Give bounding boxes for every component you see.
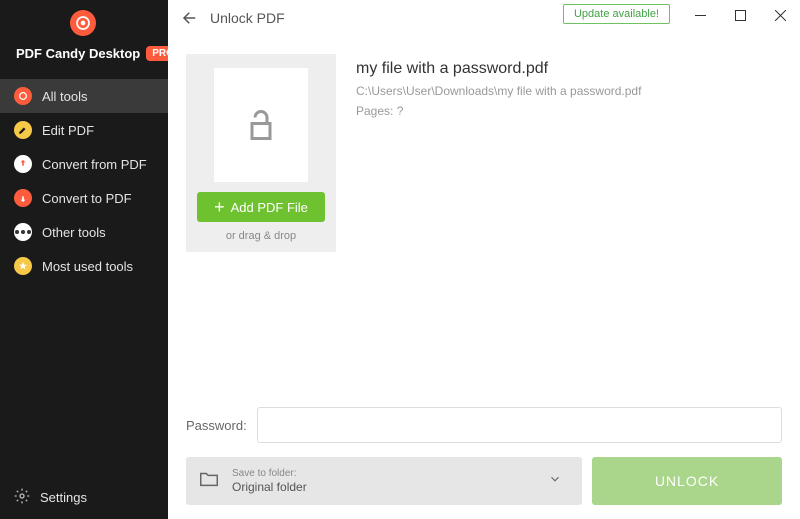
sidebar-nav: All tools Edit PDF Convert from PDF Conv…	[0, 79, 168, 283]
lock-icon	[243, 107, 279, 143]
sidebar: PDF Candy Desktop PRO All tools Edit PDF…	[0, 0, 168, 519]
sidebar-item-most-used[interactable]: Most used tools	[0, 249, 168, 283]
window-controls	[680, 0, 800, 30]
maximize-button[interactable]	[720, 0, 760, 30]
sidebar-item-label: Settings	[40, 490, 87, 505]
add-pdf-file-button[interactable]: + Add PDF File	[197, 192, 325, 222]
sidebar-item-label: Edit PDF	[42, 123, 94, 138]
arrow-in-icon	[14, 189, 32, 207]
plus-icon: +	[214, 198, 225, 216]
gear-icon	[14, 488, 30, 507]
sidebar-item-convert-to-pdf[interactable]: Convert to PDF	[0, 181, 168, 215]
sidebar-item-all-tools[interactable]: All tools	[0, 79, 168, 113]
sidebar-item-settings[interactable]: Settings	[0, 476, 168, 519]
sidebar-item-label: All tools	[42, 89, 88, 104]
titlebar: Unlock PDF Update available!	[168, 0, 800, 36]
sidebar-item-edit-pdf[interactable]: Edit PDF	[0, 113, 168, 147]
password-label: Password:	[186, 418, 247, 433]
close-button[interactable]	[760, 0, 800, 30]
sidebar-item-other-tools[interactable]: Other tools	[0, 215, 168, 249]
update-available-button[interactable]: Update available!	[563, 4, 670, 24]
sidebar-item-convert-from-pdf[interactable]: Convert from PDF	[0, 147, 168, 181]
brand-title: PDF Candy Desktop	[16, 46, 140, 61]
brand-logo-icon	[70, 10, 96, 36]
main-panel: Unlock PDF Update available! + Add PDF F…	[168, 0, 800, 519]
add-button-label: Add PDF File	[231, 200, 308, 215]
back-button[interactable]	[176, 4, 204, 32]
star-icon	[14, 257, 32, 275]
file-pages: Pages: ?	[356, 104, 641, 118]
save-folder-label: Save to folder:	[232, 468, 307, 480]
arrow-out-icon	[14, 155, 32, 173]
minimize-button[interactable]	[680, 0, 720, 30]
file-info: my file with a password.pdf C:\Users\Use…	[356, 54, 641, 118]
drag-hint: or drag & drop	[226, 230, 296, 242]
pencil-icon	[14, 121, 32, 139]
brand: PDF Candy Desktop PRO	[0, 0, 168, 79]
file-name: my file with a password.pdf	[356, 60, 641, 78]
file-drop-zone[interactable]: + Add PDF File or drag & drop	[186, 54, 336, 252]
page-title: Unlock PDF	[210, 10, 285, 26]
file-path: C:\Users\User\Downloads\my file with a p…	[356, 84, 641, 98]
save-folder-value: Original folder	[232, 480, 307, 494]
sidebar-item-label: Convert from PDF	[42, 157, 147, 172]
sidebar-item-label: Convert to PDF	[42, 191, 132, 206]
file-thumbnail	[214, 68, 308, 182]
unlock-button[interactable]: UNLOCK	[592, 457, 782, 505]
sidebar-item-label: Other tools	[42, 225, 106, 240]
folder-icon	[198, 468, 220, 495]
sidebar-item-label: Most used tools	[42, 259, 133, 274]
more-icon	[14, 223, 32, 241]
save-folder-select[interactable]: Save to folder: Original folder	[186, 457, 582, 505]
password-input[interactable]	[257, 407, 782, 443]
chevron-down-icon	[540, 472, 570, 491]
candy-icon	[14, 87, 32, 105]
